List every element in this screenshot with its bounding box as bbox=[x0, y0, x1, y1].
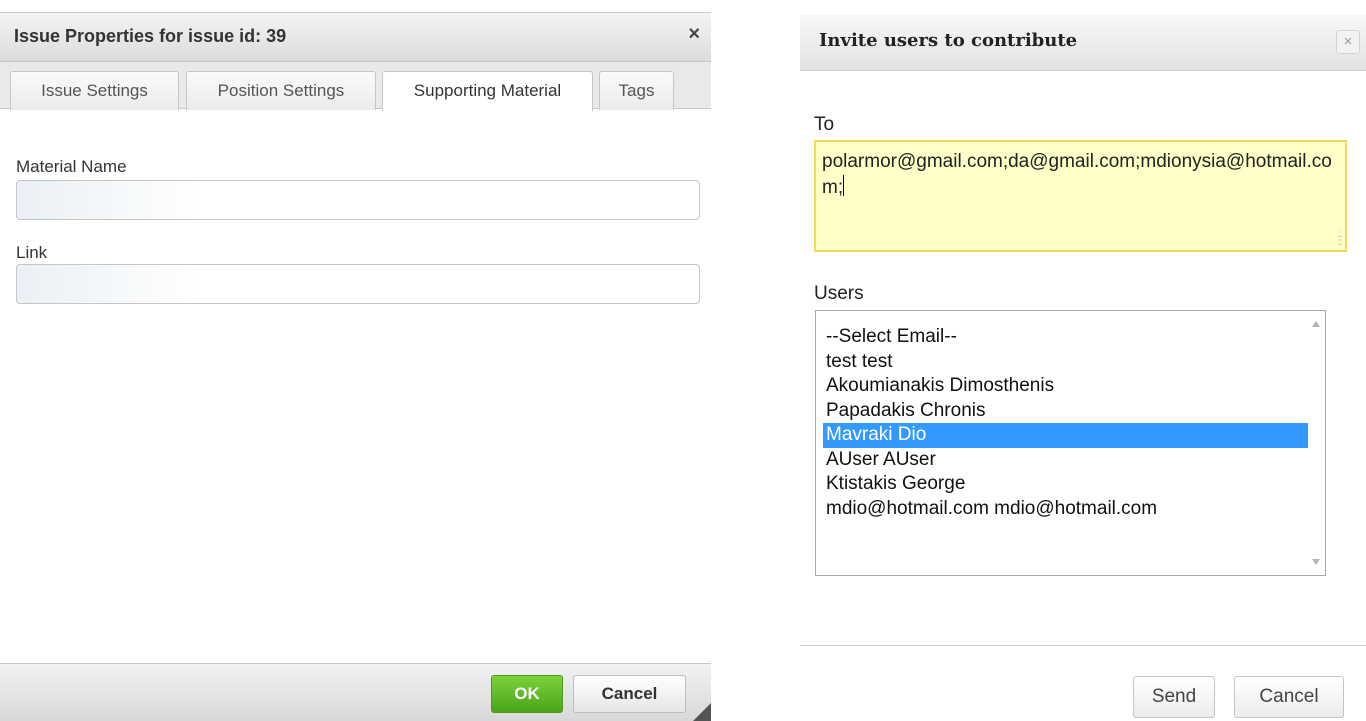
resize-grip-icon[interactable] bbox=[693, 703, 711, 721]
ok-button[interactable]: OK bbox=[491, 675, 563, 713]
to-label: To bbox=[814, 114, 835, 135]
send-button[interactable]: Send bbox=[1133, 676, 1215, 718]
list-item[interactable]: mdio@hotmail.com mdio@hotmail.com bbox=[823, 497, 1309, 522]
scroll-up-arrow-icon[interactable] bbox=[1312, 321, 1320, 327]
material-name-label: Material Name bbox=[16, 157, 127, 176]
material-name-input[interactable] bbox=[16, 180, 700, 220]
list-item[interactable]: Papadakis Chronis bbox=[823, 399, 1309, 424]
close-icon[interactable]: × bbox=[1336, 30, 1360, 54]
listbox-scrollbar[interactable] bbox=[1308, 311, 1325, 575]
tab-tags[interactable]: Tags bbox=[599, 71, 674, 110]
cancel-button[interactable]: Cancel bbox=[573, 675, 686, 713]
users-label: Users bbox=[814, 283, 864, 304]
users-listbox[interactable]: --Select Email-- test test Akoumianakis … bbox=[815, 310, 1326, 576]
tab-issue-settings[interactable]: Issue Settings bbox=[10, 71, 179, 110]
list-item[interactable]: AUser AUser bbox=[823, 448, 1309, 473]
list-item-selected[interactable]: Mavraki Dio bbox=[823, 423, 1309, 448]
text-caret bbox=[843, 175, 845, 196]
invite-users-dialog: Invite users to contribute × To polarmor… bbox=[800, 0, 1366, 721]
to-text: polarmor@gmail.com;da@gmail.com;mdionysi… bbox=[822, 151, 1332, 198]
list-item[interactable]: Akoumianakis Dimosthenis bbox=[823, 374, 1309, 399]
link-input[interactable] bbox=[16, 264, 700, 304]
list-item[interactable]: test test bbox=[823, 350, 1309, 375]
footer-divider bbox=[800, 645, 1366, 646]
dialog-footer: OK Cancel bbox=[0, 663, 711, 721]
invite-title: Invite users to contribute bbox=[819, 30, 1078, 51]
tab-supporting-material[interactable]: Supporting Material bbox=[382, 71, 593, 111]
dialog-title: Issue Properties for issue id: 39 bbox=[14, 26, 287, 46]
dialog-titlebar[interactable]: Issue Properties for issue id: 39 × bbox=[0, 12, 711, 62]
list-item[interactable]: --Select Email-- bbox=[823, 325, 1309, 350]
invite-titlebar[interactable]: Invite users to contribute × bbox=[800, 15, 1366, 71]
textarea-resize-icon[interactable]: .::: bbox=[1337, 230, 1341, 248]
issue-properties-dialog: Issue Properties for issue id: 39 × Issu… bbox=[0, 0, 711, 721]
close-icon[interactable]: × bbox=[688, 23, 700, 46]
tab-strip: Issue Settings Position Settings Support… bbox=[0, 62, 711, 111]
tab-position-settings[interactable]: Position Settings bbox=[186, 71, 376, 110]
scroll-down-arrow-icon[interactable] bbox=[1312, 559, 1320, 565]
to-textarea[interactable]: polarmor@gmail.com;da@gmail.com;mdionysi… bbox=[814, 140, 1347, 252]
cancel-button[interactable]: Cancel bbox=[1234, 676, 1344, 718]
link-label: Link bbox=[16, 243, 48, 262]
list-item[interactable]: Ktistakis George bbox=[823, 472, 1309, 497]
